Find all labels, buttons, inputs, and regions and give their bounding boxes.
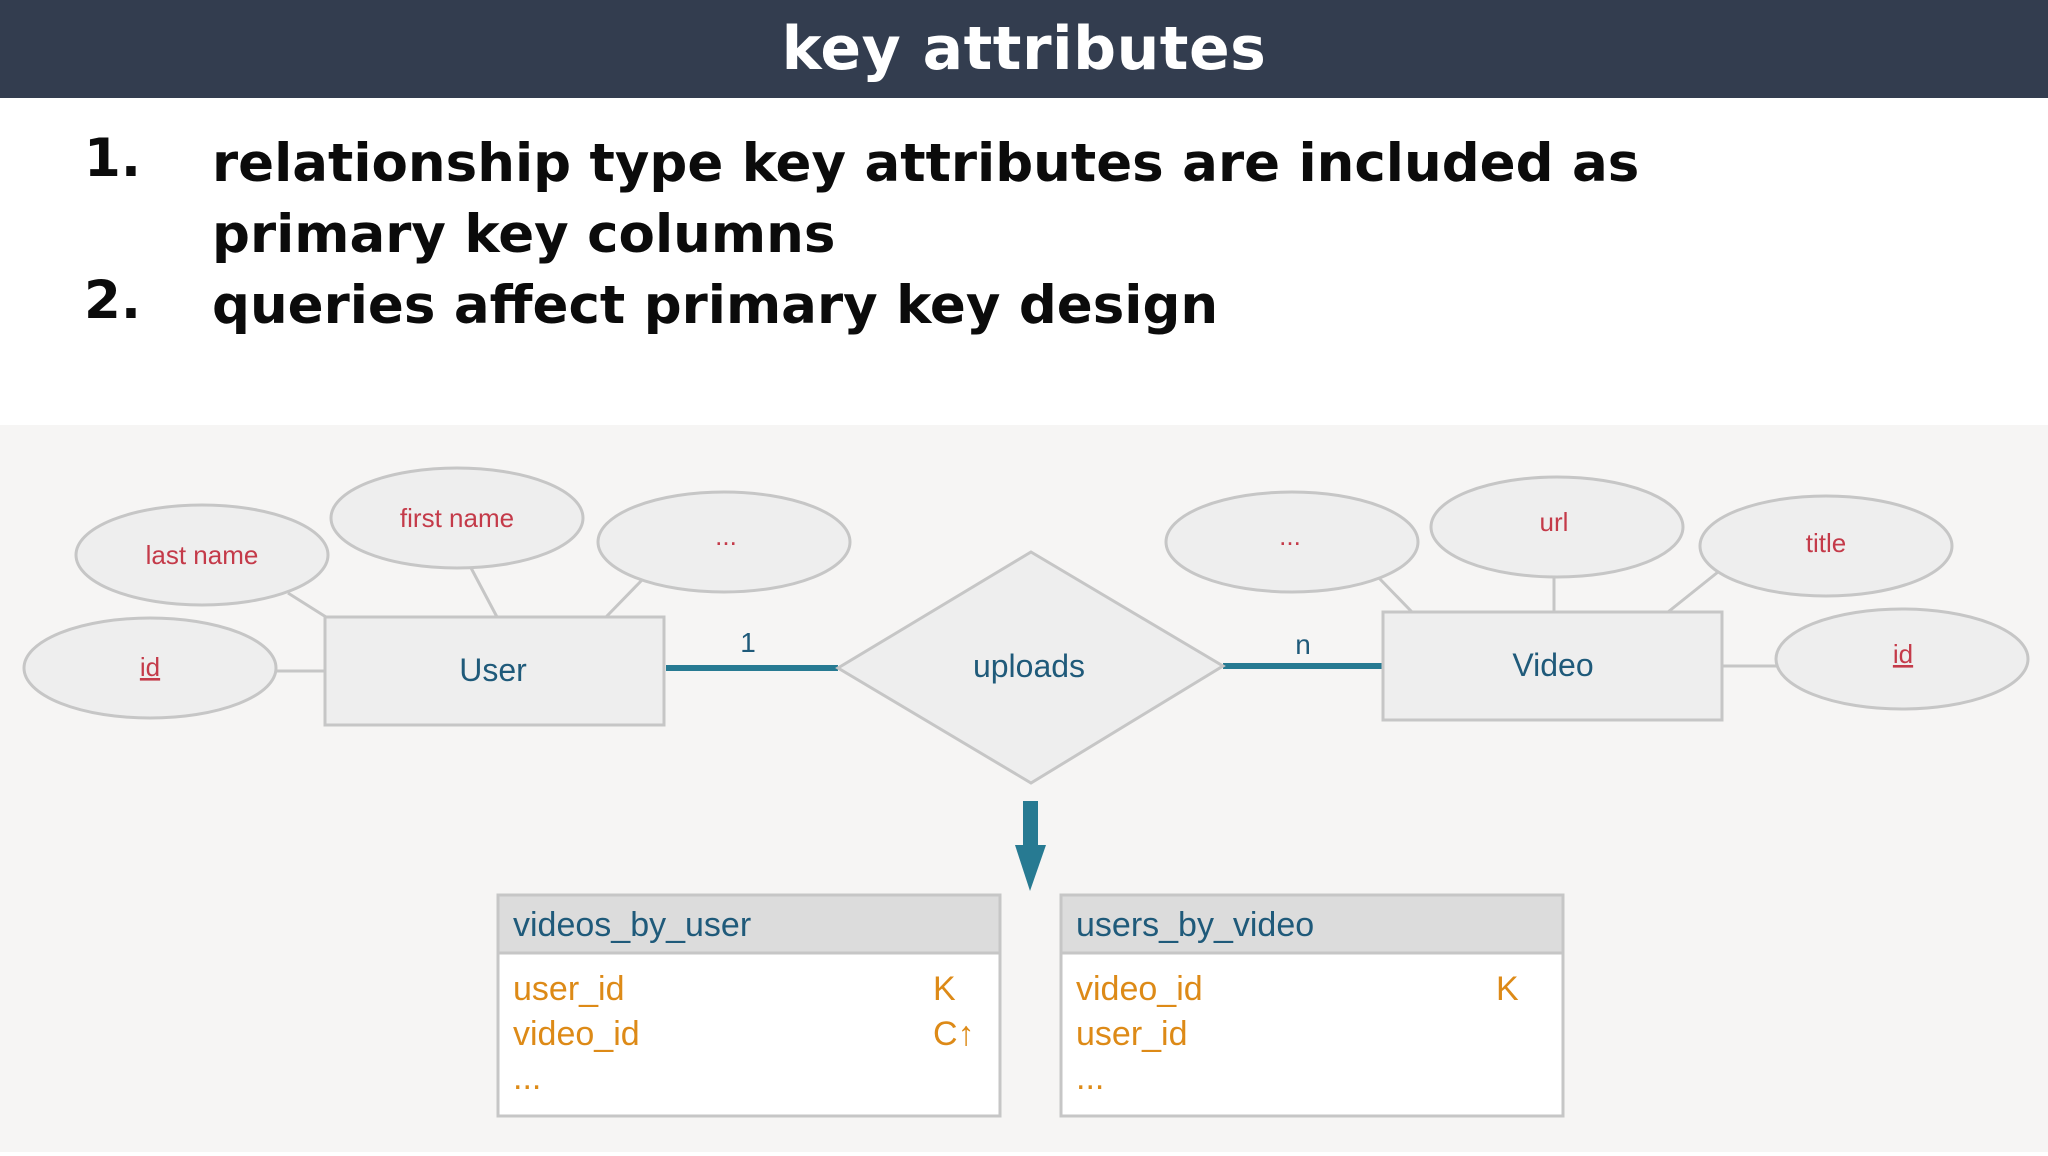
connector-line: [604, 577, 645, 619]
cardinality-label: 1: [740, 627, 756, 658]
table-column: user_id: [513, 970, 625, 1008]
bullet-text: relationship type key attributes are inc…: [212, 133, 1640, 265]
connector-line: [1667, 570, 1719, 614]
attribute-label-key: id: [1893, 639, 1913, 669]
attribute-label: title: [1806, 528, 1846, 558]
bullet-text: queries affect primary key design: [212, 275, 1219, 336]
arrow-down-icon: [1023, 801, 1038, 851]
entity-label: Video: [1512, 647, 1593, 683]
title-bar: key attributes: [0, 0, 2048, 98]
relationship-label: uploads: [973, 648, 1085, 684]
table-column: ...: [513, 1059, 541, 1097]
table-column: user_id: [1076, 1015, 1188, 1053]
er-diagram: last name first name ... id ... url titl…: [0, 425, 2048, 1152]
attribute-label-key: id: [140, 652, 160, 682]
attribute-label: first name: [400, 503, 514, 533]
arrow-down-icon: [1015, 845, 1046, 891]
bullet-list: 1. relationship type key attributes are …: [84, 128, 1984, 341]
table-column: ...: [1076, 1059, 1104, 1097]
table-name: users_by_video: [1076, 906, 1314, 944]
table-column: video_id: [513, 1015, 640, 1053]
table-key: K: [933, 970, 956, 1008]
er-diagram-canvas: last name first name ... id ... url titl…: [22, 466, 2030, 1118]
bullet-number: 2.: [84, 270, 142, 331]
connector-line: [287, 591, 327, 619]
table-key: C↑: [933, 1015, 975, 1053]
bullet-item: 1. relationship type key attributes are …: [84, 128, 1984, 270]
slide-title: key attributes: [781, 14, 1267, 84]
table-column: video_id: [1076, 970, 1203, 1008]
connector-line: [1375, 574, 1414, 614]
table-key: K: [1496, 970, 1519, 1008]
attribute-label: ...: [715, 521, 737, 551]
table-name: videos_by_user: [513, 906, 751, 944]
bullet-item: 2. queries affect primary key design: [84, 270, 1984, 341]
connector-line: [468, 565, 499, 618]
attribute-label: last name: [146, 540, 259, 570]
attribute-label: url: [1540, 507, 1569, 537]
attribute-label: ...: [1279, 521, 1301, 551]
bullet-number: 1.: [84, 128, 142, 189]
entity-label: User: [459, 652, 527, 688]
cardinality-label: n: [1295, 629, 1311, 660]
